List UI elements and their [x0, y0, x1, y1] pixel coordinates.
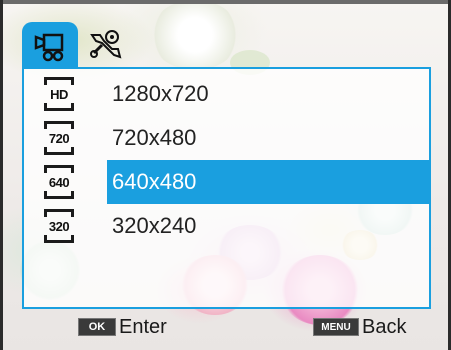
- menu-key-icon: MENU: [313, 318, 359, 336]
- enter-hint[interactable]: OK Enter: [78, 314, 167, 340]
- resolution-menu: HD 1280x720 720 720x480 640 640x480 320 …: [22, 67, 431, 309]
- menu-item-640x480[interactable]: 640 640x480: [24, 160, 429, 204]
- frame-top: [0, 0, 451, 4]
- 640-badge-icon: 640: [39, 162, 79, 202]
- ok-key-icon: OK: [78, 318, 116, 336]
- menu-item-label: 720x480: [112, 125, 197, 150]
- menu-item-label: 1280x720: [112, 81, 209, 106]
- tab-settings[interactable]: [84, 22, 128, 67]
- hd-badge-icon: HD: [39, 74, 79, 114]
- frame-left: [0, 0, 3, 350]
- 720-badge-icon: 720: [39, 118, 79, 158]
- back-label: Back: [362, 315, 407, 338]
- menu-item-1280x720[interactable]: HD 1280x720: [24, 72, 429, 116]
- menu-item-label: 640x480: [112, 169, 197, 194]
- tab-video[interactable]: [22, 22, 78, 67]
- back-hint[interactable]: MENU Back: [313, 314, 406, 340]
- settings-wrench-icon: [90, 29, 122, 59]
- menu-item-320x240[interactable]: 320 320x240: [24, 204, 429, 248]
- enter-label: Enter: [119, 315, 167, 338]
- menu-item-720x480[interactable]: 720 720x480: [24, 116, 429, 160]
- movie-camera-icon: [34, 33, 64, 61]
- 320-badge-icon: 320: [39, 206, 79, 246]
- menu-item-label: 320x240: [112, 213, 197, 238]
